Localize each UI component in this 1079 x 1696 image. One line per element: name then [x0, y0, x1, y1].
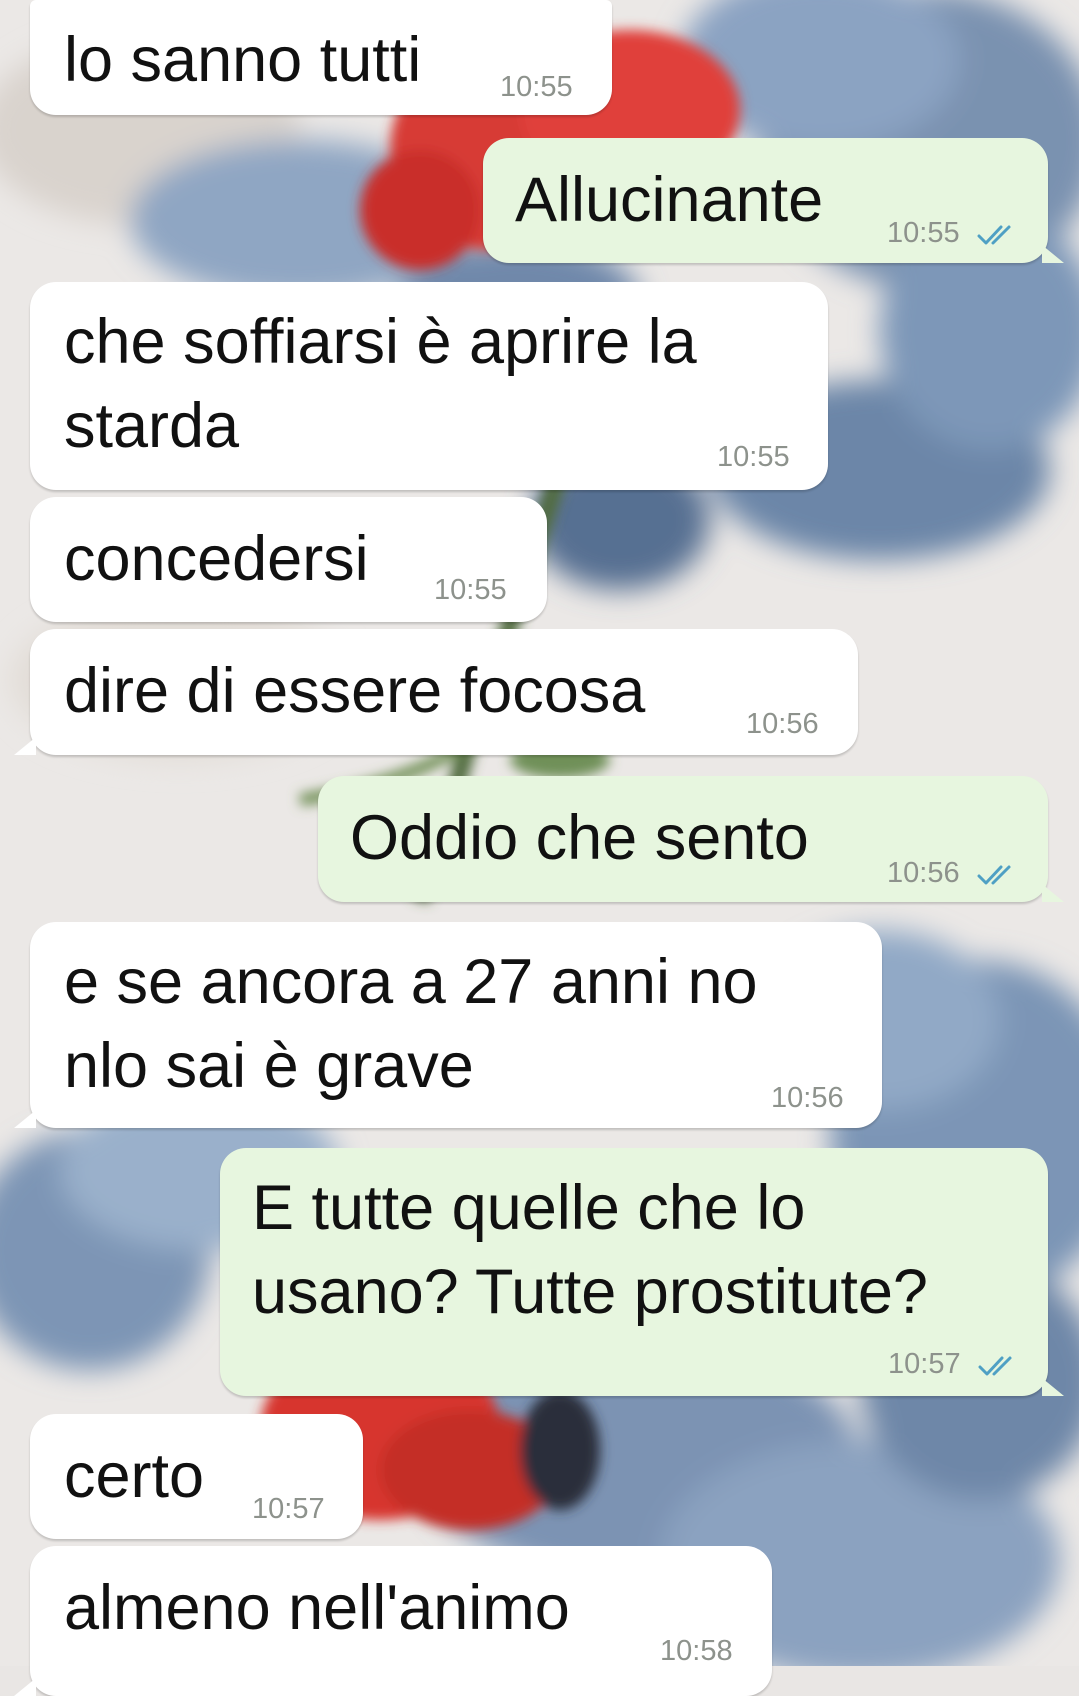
read-double-check-icon	[977, 865, 1011, 885]
message-text: almeno nell'animo	[64, 1573, 570, 1643]
message-text-line: E tutte quelle che lo	[252, 1173, 806, 1243]
message-bubble-outgoing[interactable]: Allucinante 10:55	[483, 138, 1064, 263]
message-timestamp: 10:56	[771, 1082, 844, 1114]
message-bubble-incoming[interactable]: concedersi 10:55	[30, 497, 547, 622]
message-text: certo	[64, 1441, 205, 1511]
message-text-line: nlo sai è grave	[64, 1031, 474, 1101]
message-bubble-incoming[interactable]: e se ancora a 27 anni no nlo sai è grave…	[14, 922, 882, 1128]
message-text: lo sanno tutti	[64, 25, 422, 95]
message-bubble-incoming[interactable]: lo sanno tutti 10:55	[30, 0, 612, 115]
message-timestamp: 10:57	[888, 1348, 961, 1380]
message-bubble-outgoing[interactable]: Oddio che sento 10:56	[318, 776, 1064, 902]
message-text-line: usano? Tutte prostitute?	[252, 1257, 928, 1327]
message-text-line: starda	[64, 391, 240, 461]
message-timestamp: 10:55	[717, 441, 790, 473]
read-double-check-icon	[978, 1356, 1012, 1376]
message-text-line: e se ancora a 27 anni no	[64, 947, 758, 1017]
message-timestamp: 10:56	[746, 708, 819, 740]
message-bubble-outgoing[interactable]: E tutte quelle che lo usano? Tutte prost…	[220, 1148, 1064, 1396]
message-bubble-incoming[interactable]: certo 10:57	[30, 1414, 363, 1539]
message-bubble-incoming[interactable]: almeno nell'animo 10:58	[14, 1546, 772, 1696]
message-timestamp: 10:56	[887, 857, 960, 889]
message-timestamp: 10:57	[252, 1493, 325, 1525]
message-bubble-incoming[interactable]: dire di essere focosa 10:56	[14, 629, 858, 755]
message-text: Oddio che sento	[350, 803, 809, 873]
message-text: Allucinante	[515, 165, 824, 235]
message-timestamp: 10:55	[887, 217, 960, 249]
message-text: concedersi	[64, 524, 369, 594]
message-timestamp: 10:55	[500, 71, 573, 103]
message-text-line: che soffiarsi è aprire la	[64, 307, 697, 377]
message-timestamp: 10:55	[434, 574, 507, 606]
message-bubble-incoming[interactable]: che soffiarsi è aprire la starda 10:55	[30, 282, 828, 490]
message-timestamp: 10:58	[660, 1635, 733, 1667]
message-text: dire di essere focosa	[64, 656, 646, 726]
read-double-check-icon	[977, 225, 1011, 245]
